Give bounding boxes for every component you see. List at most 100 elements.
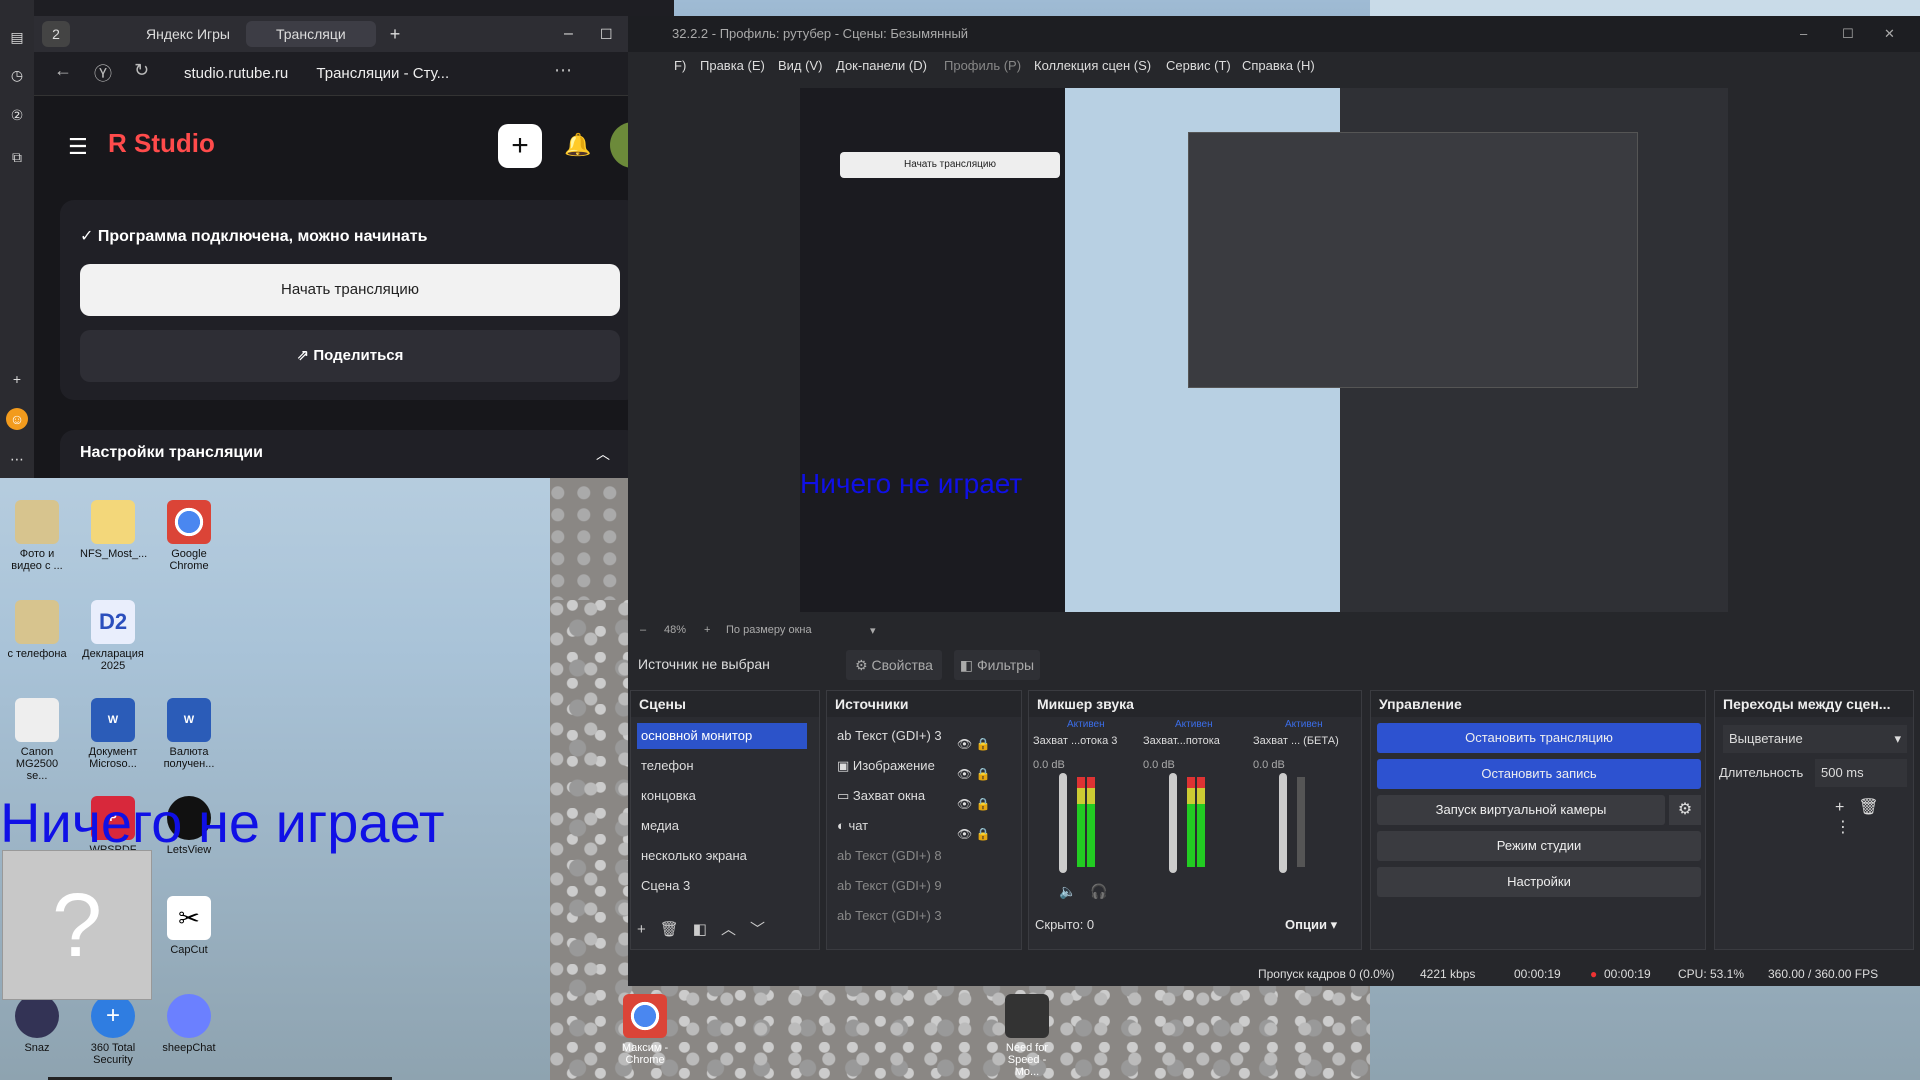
desktop-icon-sheepchat[interactable]: sheepChat [156,994,222,1054]
obs-menu-bar: F) Правка (E) Вид (V) Док-панели (D) Про… [628,52,1920,80]
virtual-camera-button[interactable]: Запуск виртуальной камеры [1377,795,1665,825]
scene-toolbar[interactable]: +🗑◧︿﹀ [637,917,779,943]
obs-close-button[interactable]: ✕ [1884,16,1895,52]
add-icon[interactable]: + [6,368,28,390]
connected-status: ✓ Программа подключена, можно начинать [80,228,428,245]
missing-image-placeholder: ? [2,850,152,1000]
fps-readout: 360.00 / 360.00 FPS [1768,967,1879,981]
desktop-icon-currency[interactable]: W Валюта получен... [156,698,222,770]
share-button[interactable]: ⇗ Поделиться [80,330,620,382]
menu-profile[interactable]: Профиль (P) [944,58,1021,73]
desktop-icon-photos[interactable]: Фото и видео с ... [4,500,70,572]
volume-slider[interactable] [1059,773,1067,873]
gear-icon[interactable]: ⚙ [1669,795,1701,825]
obs-title-bar: 32.2.2 - Профиль: рутубер - Сцены: Безым… [628,16,1920,52]
desktop-icon-capcut[interactable]: ✂ CapCut [156,896,222,956]
screenshot-icon[interactable]: ⧉ [6,146,28,168]
address-field[interactable]: studio.rutube.ru Трансляции - Сту... [184,60,544,88]
back-icon[interactable]: ← [54,60,72,81]
desktop-icon-word-doc[interactable]: W Документ Microso... [80,698,146,770]
source-item[interactable]: ab Текст (GDI+) 9 [833,873,942,899]
volume-slider[interactable] [1169,773,1177,873]
menu-icon[interactable]: ☰ [68,134,88,160]
zoom-fit-select[interactable]: По размеру окна [726,624,812,636]
source-item[interactable]: ▭ Захват окна [833,783,925,809]
sources-dock: Источники ab Текст (GDI+) 3 ▣ Изображени… [826,690,1022,950]
options-dropdown[interactable]: Опции ▾ [1285,917,1337,933]
stream-timer: 00:00:19 [1514,967,1561,981]
desktop-icon-chrome-profile[interactable]: Максим - Chrome [612,994,678,1066]
scenes-dock: Сцены основной монитор телефон концовка … [630,690,820,950]
controls-dock: Управление Остановить трансляцию Останов… [1370,690,1706,950]
studio-mode-button[interactable]: Режим студии [1377,831,1701,861]
minimize-button[interactable]: – [564,21,573,47]
source-item[interactable]: ab Текст (GDI+) 3 [833,723,942,749]
record-timer: 00:00:19 [1604,967,1651,981]
source-item[interactable]: ▣ Изображение [833,753,935,779]
menu-edit[interactable]: Правка (E) [700,58,765,73]
desktop-icon-declaration[interactable]: D2 Декларация 2025 [80,600,146,672]
reload-icon[interactable]: ↻ [134,60,149,81]
menu-help[interactable]: Справка (H) [1242,58,1315,73]
scene-item[interactable]: несколько экрана [637,843,747,869]
menu-view[interactable]: Вид (V) [778,58,822,73]
transition-toolbar[interactable]: +🗑⋮ [1835,797,1913,837]
source-item[interactable]: ab Текст (GDI+) 3 [833,903,942,929]
history-icon[interactable]: ◷ [6,64,28,86]
scene-item[interactable]: основной монитор [637,723,807,749]
more-menu-icon[interactable]: ⋯ [554,60,572,81]
source-item[interactable]: ab Текст (GDI+) 8 [833,843,942,869]
desktop-icon-nfs[interactable]: Need for Speed - Mo... [994,994,1060,1078]
transition-select[interactable]: Выцветание ▾ [1723,725,1907,753]
mixer-controls[interactable]: 🔈🎧 [1059,883,1122,900]
properties-button[interactable]: ⚙ Свойства [846,650,942,680]
user-icon[interactable]: ☺ [6,408,28,430]
chevron-down-icon[interactable]: ▾ [870,624,876,637]
desktop-icon-chrome[interactable]: Google Chrome [156,500,222,572]
workspace-icon[interactable]: ② [6,104,28,126]
yandex-icon[interactable]: Ⓨ [94,60,112,86]
menu-docks[interactable]: Док-панели (D) [836,58,927,73]
create-button[interactable]: + [498,124,542,168]
preview-start-button: Начать трансляцию [840,152,1060,178]
scene-item[interactable]: концовка [637,783,696,809]
volume-meter [1077,777,1085,867]
chevron-up-icon[interactable]: ︿ [596,444,610,464]
menu-tools[interactable]: Сервис (T) [1166,58,1231,73]
volume-slider[interactable] [1279,773,1287,873]
duration-input[interactable]: 500 ms [1815,759,1907,787]
zoom-in-icon[interactable]: + [704,624,710,636]
start-stream-button[interactable]: Начать трансляцию [80,264,620,316]
desktop-icon-snaz[interactable]: Snaz [4,994,70,1054]
desktop-icon-nfs-folder[interactable]: NFS_Most_... [80,500,147,560]
zoom-level: 48% [664,624,687,636]
rutube-logo[interactable]: R Studio [108,128,215,159]
bell-icon[interactable]: 🔔 [564,132,591,158]
tab-count[interactable]: 2 [42,21,70,47]
more-icon[interactable]: ⋯ [6,448,28,470]
menu-scene-collection[interactable]: Коллекция сцен (S) [1034,58,1151,73]
desktop-icon-canon[interactable]: Canon MG2500 se... [4,698,70,782]
visibility-icons[interactable]: 👁 🔒 👁 🔒 👁 🔒 👁 🔒 [957,729,991,849]
zoom-out-icon[interactable]: – [640,624,646,636]
filters-button[interactable]: ◧ Фильтры [954,650,1040,680]
bitrate: 4221 kbps [1420,967,1476,981]
desktop-icon-360-security[interactable]: +360 Total Security [80,994,146,1066]
menu-file[interactable]: F) [674,58,686,73]
source-item[interactable]: ◐ чат [833,813,868,839]
tab-yandex-games[interactable]: Яндекс Игры [116,21,236,47]
scene-item[interactable]: телефон [637,753,694,779]
desktop-icon-phone[interactable]: с телефона [4,600,70,660]
obs-minimize-button[interactable]: – [1800,16,1807,52]
stop-recording-button[interactable]: Остановить запись [1377,759,1701,789]
scene-item[interactable]: медиа [637,813,679,839]
settings-button[interactable]: Настройки [1377,867,1701,897]
stop-stream-button[interactable]: Остановить трансляцию [1377,723,1701,753]
scene-item[interactable]: Сцена 3 [637,873,690,899]
new-tab-button[interactable]: + [384,21,406,47]
obs-maximize-button[interactable]: ☐ [1842,16,1854,52]
tab-broadcasts[interactable]: Трансляци [246,21,376,47]
maximize-button[interactable]: ☐ [600,21,613,47]
obs-preview[interactable]: Начать трансляцию Ничего не играет [800,88,1728,612]
tabs-icon[interactable]: ▤ [6,26,28,48]
